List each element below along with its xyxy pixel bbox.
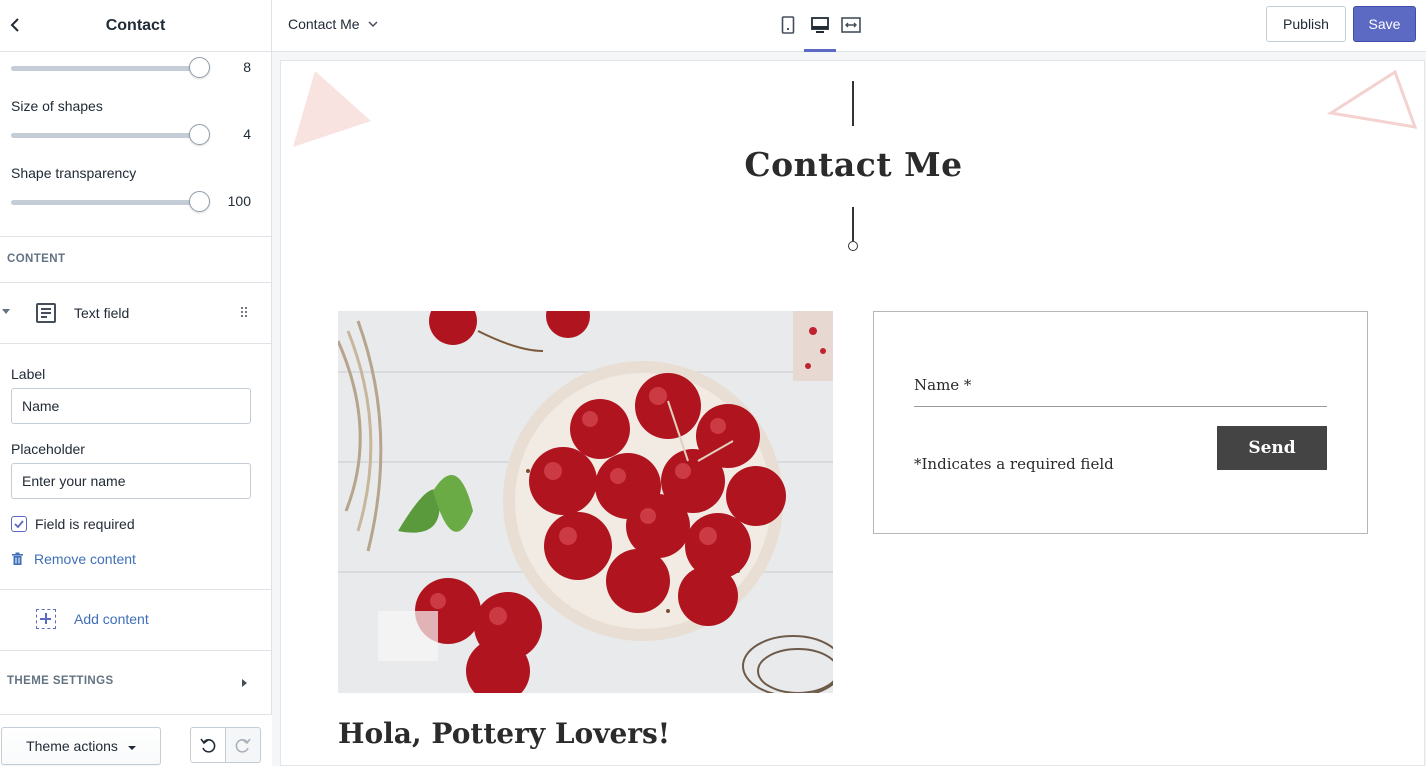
divider xyxy=(0,589,272,590)
contact-form: Name * *Indicates a required field Send xyxy=(873,311,1368,534)
remove-content-button[interactable]: Remove content xyxy=(11,551,136,567)
section-heading: Hola, Pottery Lovers! xyxy=(338,717,671,750)
placeholder-input[interactable]: Enter your name xyxy=(11,463,251,499)
sidebar-footer: Theme actions xyxy=(0,714,272,766)
sidebar: Contact 8 Size of shapes 4 Shape transpa… xyxy=(0,0,272,766)
required-field-note: *Indicates a required field xyxy=(914,455,1114,473)
drag-handle-icon[interactable] xyxy=(241,307,249,319)
decorative-line xyxy=(852,81,854,126)
page-title: Contact Me xyxy=(744,145,963,184)
divider xyxy=(0,650,272,651)
slider-thumb[interactable] xyxy=(189,57,210,78)
expand-width-icon xyxy=(841,17,861,33)
page-selector[interactable]: Contact Me xyxy=(288,16,378,32)
theme-settings-toggle[interactable]: THEME SETTINGS xyxy=(7,675,257,687)
expand-caret-icon[interactable] xyxy=(242,679,247,687)
slider-track[interactable] xyxy=(11,66,201,71)
sidebar-header: Contact xyxy=(0,0,271,52)
divider xyxy=(0,236,272,237)
chevron-down-icon xyxy=(368,20,378,27)
cherries-photo xyxy=(338,311,833,693)
field-required-checkbox[interactable] xyxy=(11,516,27,532)
placeholder-field-label: Placeholder xyxy=(11,441,85,457)
theme-actions-button[interactable]: Theme actions xyxy=(1,727,161,765)
name-input-underline[interactable] xyxy=(914,406,1327,407)
desktop-view-button[interactable] xyxy=(804,12,836,38)
redo-icon xyxy=(235,738,251,753)
slider-size-of-shapes[interactable]: 4 xyxy=(11,122,256,146)
shape-transparency-label: Shape transparency xyxy=(11,165,137,181)
divider xyxy=(0,343,272,344)
mobile-icon xyxy=(781,16,795,34)
label-input[interactable]: Name xyxy=(11,388,251,424)
add-content-button[interactable]: Add content xyxy=(36,609,149,629)
add-content-label: Add content xyxy=(74,611,149,627)
text-field-icon xyxy=(36,303,56,323)
size-of-shapes-label: Size of shapes xyxy=(11,98,103,114)
page-preview: Contact Me Name * *Indicates a required … xyxy=(280,60,1425,766)
trash-icon xyxy=(12,552,23,565)
editor-toolbar: Contact Me Publish Save xyxy=(272,0,1426,52)
field-required-label: Field is required xyxy=(35,516,135,532)
slider-value: 100 xyxy=(227,193,251,209)
slider-value: 8 xyxy=(243,59,251,75)
add-plus-icon xyxy=(36,609,56,629)
desktop-icon xyxy=(811,16,829,33)
slider-shape-transparency[interactable]: 100 xyxy=(11,189,256,213)
mobile-view-button[interactable] xyxy=(772,12,804,38)
undo-icon xyxy=(200,738,216,753)
back-arrow-icon[interactable] xyxy=(4,14,26,36)
content-item-text-field[interactable]: Text field xyxy=(0,283,272,343)
decorative-triangle-outline-shape xyxy=(1327,69,1417,129)
fullscreen-view-button[interactable] xyxy=(835,12,867,38)
slider-track[interactable] xyxy=(11,133,201,138)
slider-track[interactable] xyxy=(11,200,201,205)
checkmark-icon xyxy=(14,520,24,529)
slider-thumb[interactable] xyxy=(189,124,210,145)
collapse-caret-icon[interactable] xyxy=(2,309,10,314)
decorative-dot xyxy=(848,241,858,251)
slider-value: 4 xyxy=(243,126,251,142)
publish-button[interactable]: Publish xyxy=(1266,6,1346,42)
decorative-triangle-shape xyxy=(293,71,371,147)
label-field-label: Label xyxy=(11,366,46,382)
slider-thumb[interactable] xyxy=(189,191,210,212)
dropdown-caret-icon xyxy=(127,745,136,750)
content-section-title: CONTENT xyxy=(7,253,66,265)
content-item-label: Text field xyxy=(74,305,130,321)
page-selector-label: Contact Me xyxy=(288,16,360,32)
slider-shape-count[interactable]: 8 xyxy=(11,55,256,79)
decorative-line xyxy=(852,207,854,241)
save-button[interactable]: Save xyxy=(1353,6,1416,42)
name-field-label[interactable]: Name * xyxy=(914,376,971,394)
remove-content-label: Remove content xyxy=(34,551,136,567)
sidebar-title: Contact xyxy=(105,16,166,34)
theme-actions-label: Theme actions xyxy=(26,738,118,754)
redo-button[interactable] xyxy=(225,727,261,763)
send-button[interactable]: Send xyxy=(1217,426,1327,470)
undo-button[interactable] xyxy=(190,727,226,763)
